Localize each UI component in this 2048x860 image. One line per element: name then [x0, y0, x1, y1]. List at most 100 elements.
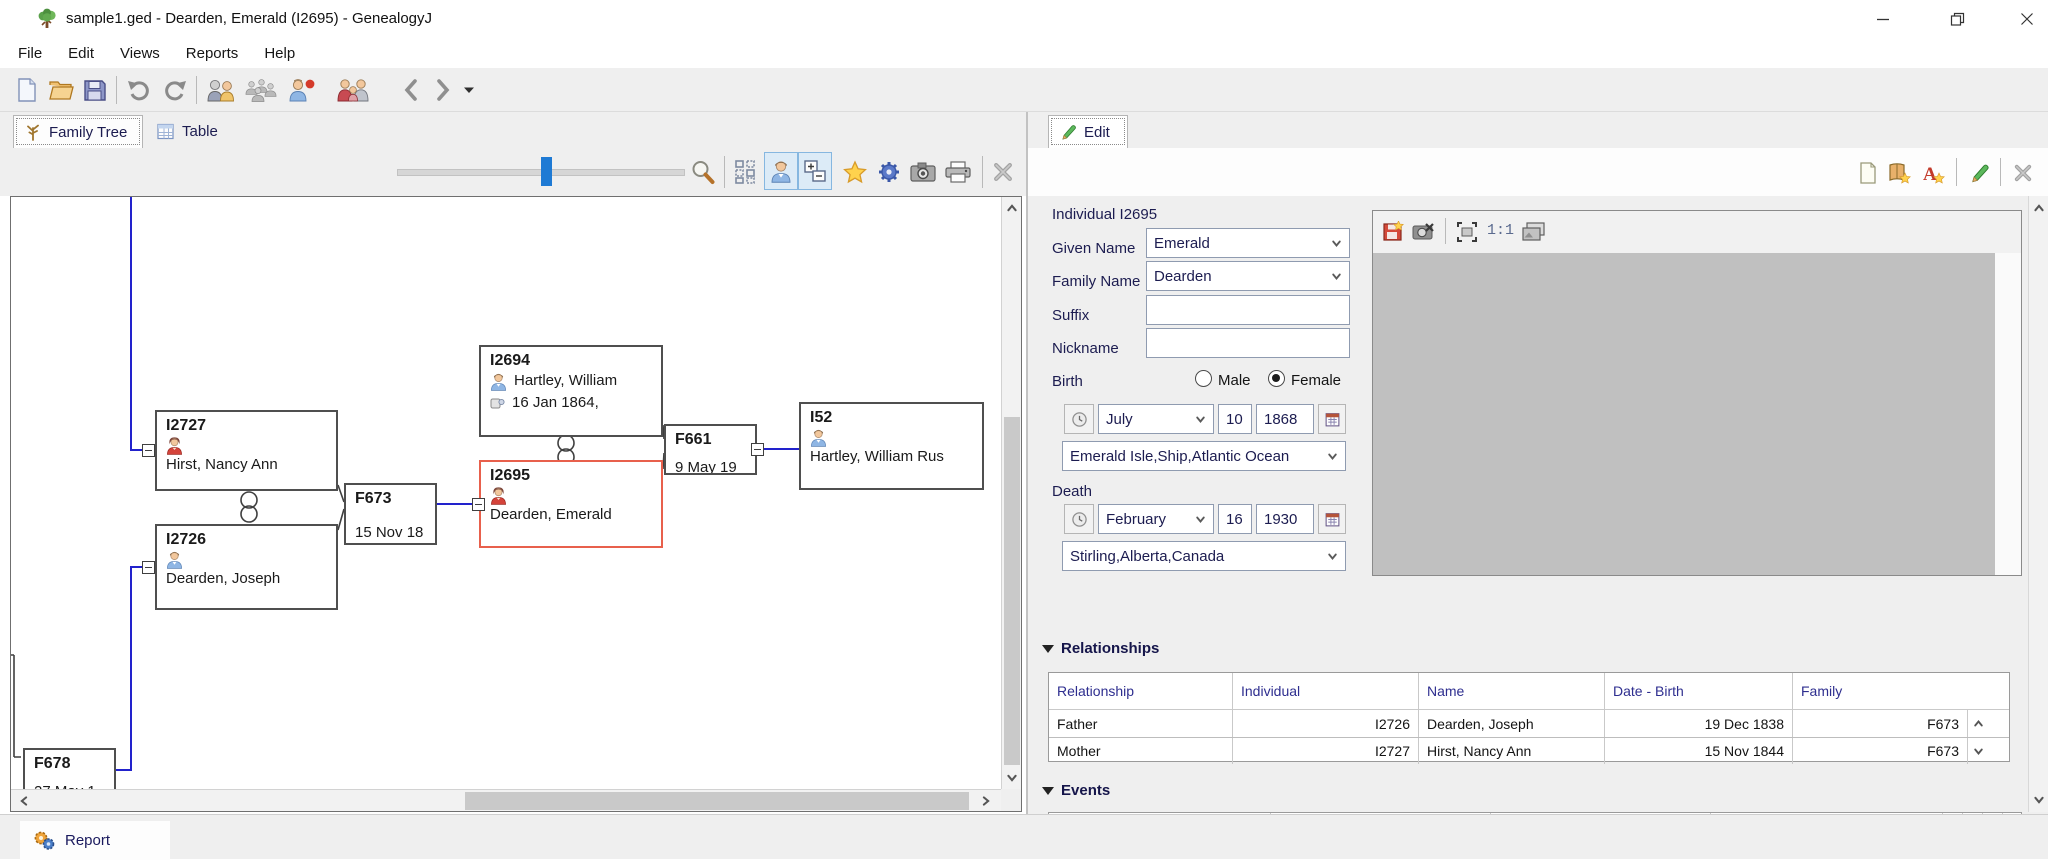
birth-year-input[interactable]: 1868 — [1256, 404, 1314, 434]
relationships-table[interactable]: Relationship Individual Name Date - Birt… — [1048, 672, 2010, 764]
forward-button[interactable] — [426, 73, 460, 107]
horizontal-scroll-thumb[interactable] — [465, 792, 969, 810]
scroll-up-button[interactable] — [1002, 197, 1021, 219]
birth-calendar-button[interactable] — [1318, 404, 1346, 434]
given-name-combo[interactable]: Emerald — [1146, 228, 1350, 258]
suffix-input[interactable] — [1146, 295, 1350, 325]
open-file-button[interactable] — [44, 73, 78, 107]
zoom-one-to-one-button[interactable]: 1:1 — [1487, 222, 1514, 239]
canvas-horizontal-scrollbar[interactable] — [11, 789, 1001, 811]
snapshot-button[interactable] — [906, 155, 940, 189]
collapse-handle[interactable] — [142, 561, 155, 574]
tab-edit[interactable]: Edit — [1048, 115, 1128, 148]
scroll-right-button[interactable] — [975, 790, 997, 811]
relationships-section-header[interactable]: Relationships — [1042, 640, 1159, 657]
tree-box-i2694[interactable]: I2694 Hartley, William 16 Jan 1864, — [479, 345, 663, 437]
death-place-combo[interactable]: Stirling,Alberta,Canada — [1062, 541, 1346, 571]
media-scrollbar-track[interactable] — [1995, 253, 2021, 575]
vertical-scroll-thumb[interactable] — [1004, 417, 1020, 765]
individuals-view-button[interactable] — [204, 73, 238, 107]
overview-thumbnails-button[interactable] — [730, 155, 764, 189]
relationship-move-up-button[interactable] — [1967, 710, 1989, 737]
col-header-family[interactable]: Family — [1793, 673, 1989, 709]
death-date-type-button[interactable] — [1064, 504, 1094, 534]
chevron-down-icon — [1007, 774, 1017, 782]
collapse-handle[interactable] — [142, 444, 155, 457]
tree-box-f673[interactable]: F673 15 Nov 18 — [344, 483, 437, 545]
female-radio[interactable] — [1268, 370, 1285, 387]
new-property-button[interactable] — [1854, 156, 1882, 190]
edit-mode-button[interactable] — [1964, 156, 1994, 190]
family-group-button[interactable] — [336, 73, 370, 107]
menu-item-reports[interactable]: Reports — [180, 41, 245, 66]
death-year-input[interactable]: 1930 — [1256, 504, 1314, 534]
menu-item-file[interactable]: File — [12, 41, 48, 66]
col-header-individual[interactable]: Individual — [1233, 673, 1419, 709]
add-name-button[interactable]: A — [1918, 156, 1948, 190]
male-radio[interactable] — [1195, 370, 1212, 387]
all-images-button[interactable] — [1519, 218, 1549, 246]
death-day-input[interactable]: 16 — [1218, 504, 1252, 534]
report-tab[interactable]: Report — [20, 821, 170, 860]
menu-item-help[interactable]: Help — [258, 41, 301, 66]
tree-box-f661[interactable]: F661 9 May 19 — [664, 424, 757, 475]
expand-collapse-toggle[interactable] — [798, 152, 832, 190]
print-button[interactable] — [941, 155, 975, 189]
birth-date-type-button[interactable] — [1064, 404, 1094, 434]
history-dropdown-button[interactable] — [456, 73, 482, 107]
remove-media-button[interactable] — [1409, 218, 1437, 246]
tree-box-i2726[interactable]: I2726 Dearden, Joseph — [155, 524, 338, 610]
tab-family-tree[interactable]: Family Tree — [13, 115, 143, 148]
scroll-down-button[interactable] — [2029, 790, 2048, 810]
settings-button[interactable] — [872, 155, 906, 189]
app-tree-icon — [36, 8, 58, 30]
add-source-button[interactable] — [1884, 156, 1914, 190]
save-button[interactable] — [78, 73, 112, 107]
new-file-button[interactable] — [10, 73, 44, 107]
bookmark-button[interactable] — [838, 155, 872, 189]
undo-button[interactable] — [122, 73, 156, 107]
canvas-vertical-scrollbar[interactable] — [1001, 197, 1021, 789]
individual-marker-button[interactable] — [284, 73, 318, 107]
tab-table[interactable]: Table — [146, 115, 228, 147]
minimize-button[interactable] — [1852, 0, 1914, 38]
restore-button[interactable] — [1926, 0, 1988, 38]
table-row-mother[interactable]: Mother I2727 Hirst, Nancy Ann 15 Nov 184… — [1049, 737, 2009, 764]
events-section-header[interactable]: Events — [1042, 782, 1110, 799]
save-media-button[interactable] — [1379, 218, 1407, 246]
collapse-handle[interactable] — [751, 443, 764, 456]
redo-button[interactable] — [158, 73, 192, 107]
tree-box-i52[interactable]: I52 Hartley, William Rus — [799, 402, 984, 490]
tree-sticky-button[interactable] — [988, 155, 1018, 189]
scroll-down-button[interactable] — [1002, 767, 1021, 789]
collapse-handle[interactable] — [472, 498, 485, 511]
tree-box-i2695-selected[interactable]: I2695 Dearden, Emerald — [479, 460, 663, 548]
col-header-date-birth[interactable]: Date - Birth — [1605, 673, 1793, 709]
death-month-combo[interactable]: February — [1098, 504, 1214, 534]
zoom-magnifier-button[interactable] — [686, 155, 720, 189]
scroll-left-button[interactable] — [13, 790, 35, 811]
zoom-slider-thumb[interactable] — [541, 157, 552, 186]
birth-place-combo[interactable]: Emerald Isle,Ship,Atlantic Ocean — [1062, 441, 1346, 471]
birth-month-combo[interactable]: July — [1098, 404, 1214, 434]
menu-item-edit[interactable]: Edit — [62, 41, 100, 66]
family-name-combo[interactable]: Dearden — [1146, 261, 1350, 291]
table-row-father[interactable]: Father I2726 Dearden, Joseph 19 Dec 1838… — [1049, 710, 2009, 737]
col-header-relationship[interactable]: Relationship — [1049, 673, 1233, 709]
family-tree-canvas[interactable]: I2727 Hirst, Nancy Ann I2726 Dearden, Jo… — [10, 196, 1022, 812]
back-button[interactable] — [394, 73, 428, 107]
edit-panel-scrollbar[interactable] — [2028, 196, 2048, 812]
menu-item-views[interactable]: Views — [114, 41, 166, 66]
birth-day-input[interactable]: 10 — [1218, 404, 1252, 434]
families-view-button[interactable] — [244, 73, 278, 107]
close-button[interactable] — [1996, 0, 2048, 38]
scroll-up-button[interactable] — [2029, 198, 2048, 218]
fit-to-window-button[interactable] — [1453, 218, 1481, 246]
show-individuals-toggle[interactable] — [764, 152, 798, 190]
death-calendar-button[interactable] — [1318, 504, 1346, 534]
edit-sticky-button[interactable] — [2008, 156, 2038, 190]
col-header-name[interactable]: Name — [1419, 673, 1605, 709]
relationship-move-down-button[interactable] — [1967, 738, 1989, 764]
nickname-input[interactable] — [1146, 328, 1350, 358]
tree-box-i2727[interactable]: I2727 Hirst, Nancy Ann — [155, 410, 338, 491]
